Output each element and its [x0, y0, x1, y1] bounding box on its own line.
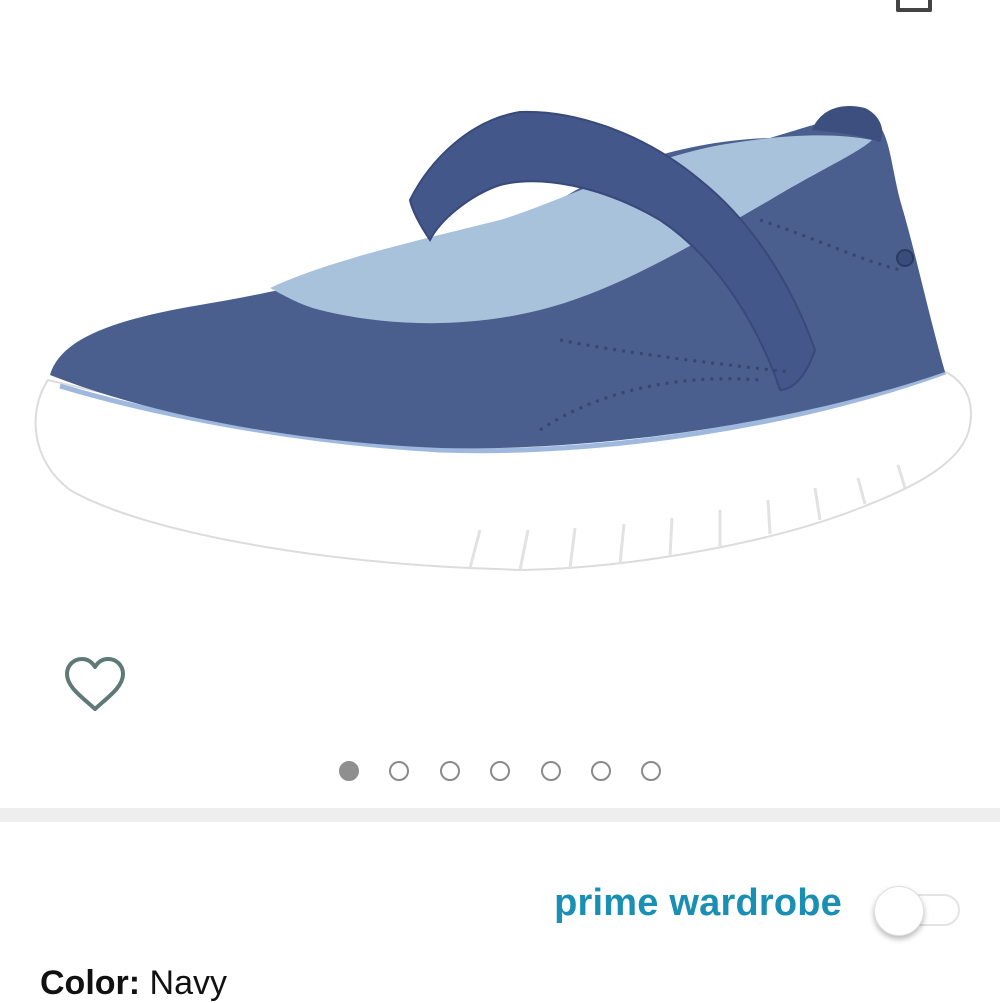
product-image-gallery[interactable] [0, 0, 1000, 808]
pagination-dot[interactable] [490, 761, 510, 781]
prime-wardrobe-toggle[interactable] [874, 886, 962, 936]
color-value: Navy [149, 964, 228, 1002]
pagination-dot[interactable] [440, 761, 460, 781]
pagination-dot[interactable] [339, 761, 359, 781]
share-icon[interactable] [896, 0, 932, 12]
pagination-dot[interactable] [641, 761, 661, 781]
heart-outline-icon[interactable] [62, 655, 128, 715]
image-pagination [0, 761, 1000, 785]
toggle-knob [874, 886, 924, 936]
pagination-dot[interactable] [591, 761, 611, 781]
color-selection: Color: Navy [40, 964, 227, 1003]
product-image[interactable] [0, 90, 1000, 590]
prime-wardrobe-row: prime wardrobe [0, 880, 1000, 940]
color-label: Color: [40, 964, 141, 1002]
pagination-dot[interactable] [541, 761, 561, 781]
prime-wardrobe-label: prime wardrobe [554, 882, 842, 924]
section-divider [0, 808, 1000, 822]
pagination-dot[interactable] [389, 761, 409, 781]
